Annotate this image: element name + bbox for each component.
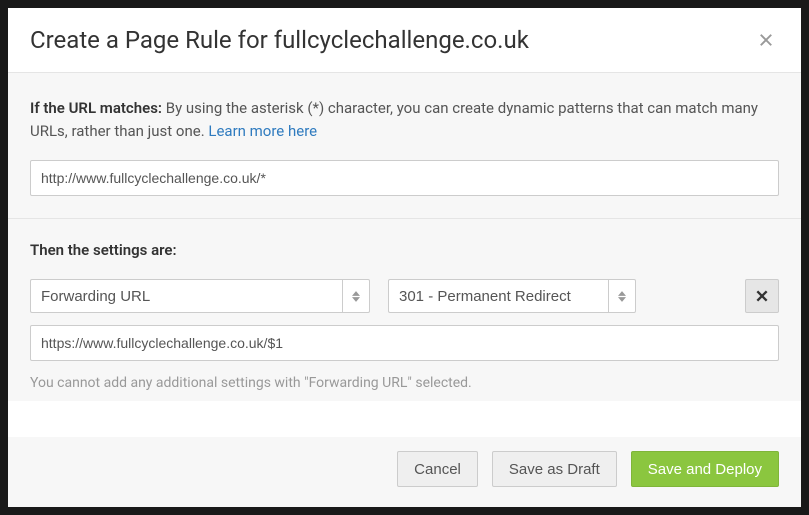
- learn-more-link[interactable]: Learn more here: [208, 122, 317, 140]
- destination-url-input[interactable]: [30, 325, 779, 361]
- url-match-section: If the URL matches: By using the asteris…: [8, 73, 801, 219]
- modal-footer: Cancel Save as Draft Save and Deploy: [8, 437, 801, 507]
- settings-section: Then the settings are:: [8, 219, 801, 401]
- spacer: [654, 279, 727, 313]
- modal-title: Create a Page Rule for fullcyclechalleng…: [30, 26, 529, 54]
- setting-row: [30, 279, 779, 313]
- modal-header: Create a Page Rule for fullcyclechalleng…: [8, 8, 801, 73]
- close-icon[interactable]: [753, 27, 779, 53]
- intro-text: If the URL matches: By using the asteris…: [30, 97, 779, 142]
- settings-heading: Then the settings are:: [30, 241, 779, 259]
- cancel-button[interactable]: Cancel: [397, 451, 478, 487]
- select-arrows-icon[interactable]: [608, 279, 636, 313]
- redirect-type-select[interactable]: [388, 279, 636, 313]
- select-arrows-icon[interactable]: [342, 279, 370, 313]
- page-rule-modal: Create a Page Rule for fullcyclechalleng…: [8, 8, 801, 507]
- intro-strong: If the URL matches:: [30, 99, 162, 117]
- redirect-type-value[interactable]: [388, 279, 608, 313]
- modal-body: If the URL matches: By using the asteris…: [8, 73, 801, 437]
- setting-select-value[interactable]: [30, 279, 342, 313]
- remove-setting-button[interactable]: [745, 279, 779, 313]
- save-draft-button[interactable]: Save as Draft: [492, 451, 617, 487]
- save-deploy-button[interactable]: Save and Deploy: [631, 451, 779, 487]
- url-pattern-input[interactable]: [30, 160, 779, 196]
- settings-note: You cannot add any additional settings w…: [30, 375, 779, 391]
- setting-select[interactable]: [30, 279, 370, 313]
